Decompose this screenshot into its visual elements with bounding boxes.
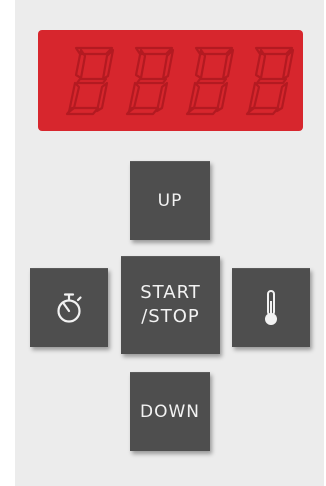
digit-1 <box>65 46 115 116</box>
start-stop-label-line2: /STOP <box>141 306 200 327</box>
led-display <box>38 30 303 131</box>
up-button-label: UP <box>157 190 183 211</box>
temperature-button[interactable] <box>232 268 310 347</box>
down-button[interactable]: DOWN <box>130 372 210 451</box>
stopwatch-icon <box>57 292 82 323</box>
thermometer-icon <box>265 289 277 325</box>
digit-4 <box>245 46 295 116</box>
seven-segment-digits <box>65 46 295 116</box>
digit-3 <box>185 46 235 116</box>
up-button[interactable]: UP <box>130 161 210 240</box>
start-stop-button[interactable]: START /STOP <box>121 256 220 354</box>
digit-2 <box>125 46 175 116</box>
start-stop-label-line1: START <box>140 281 201 303</box>
down-button-label: DOWN <box>140 401 200 422</box>
timer-button[interactable] <box>30 268 108 347</box>
